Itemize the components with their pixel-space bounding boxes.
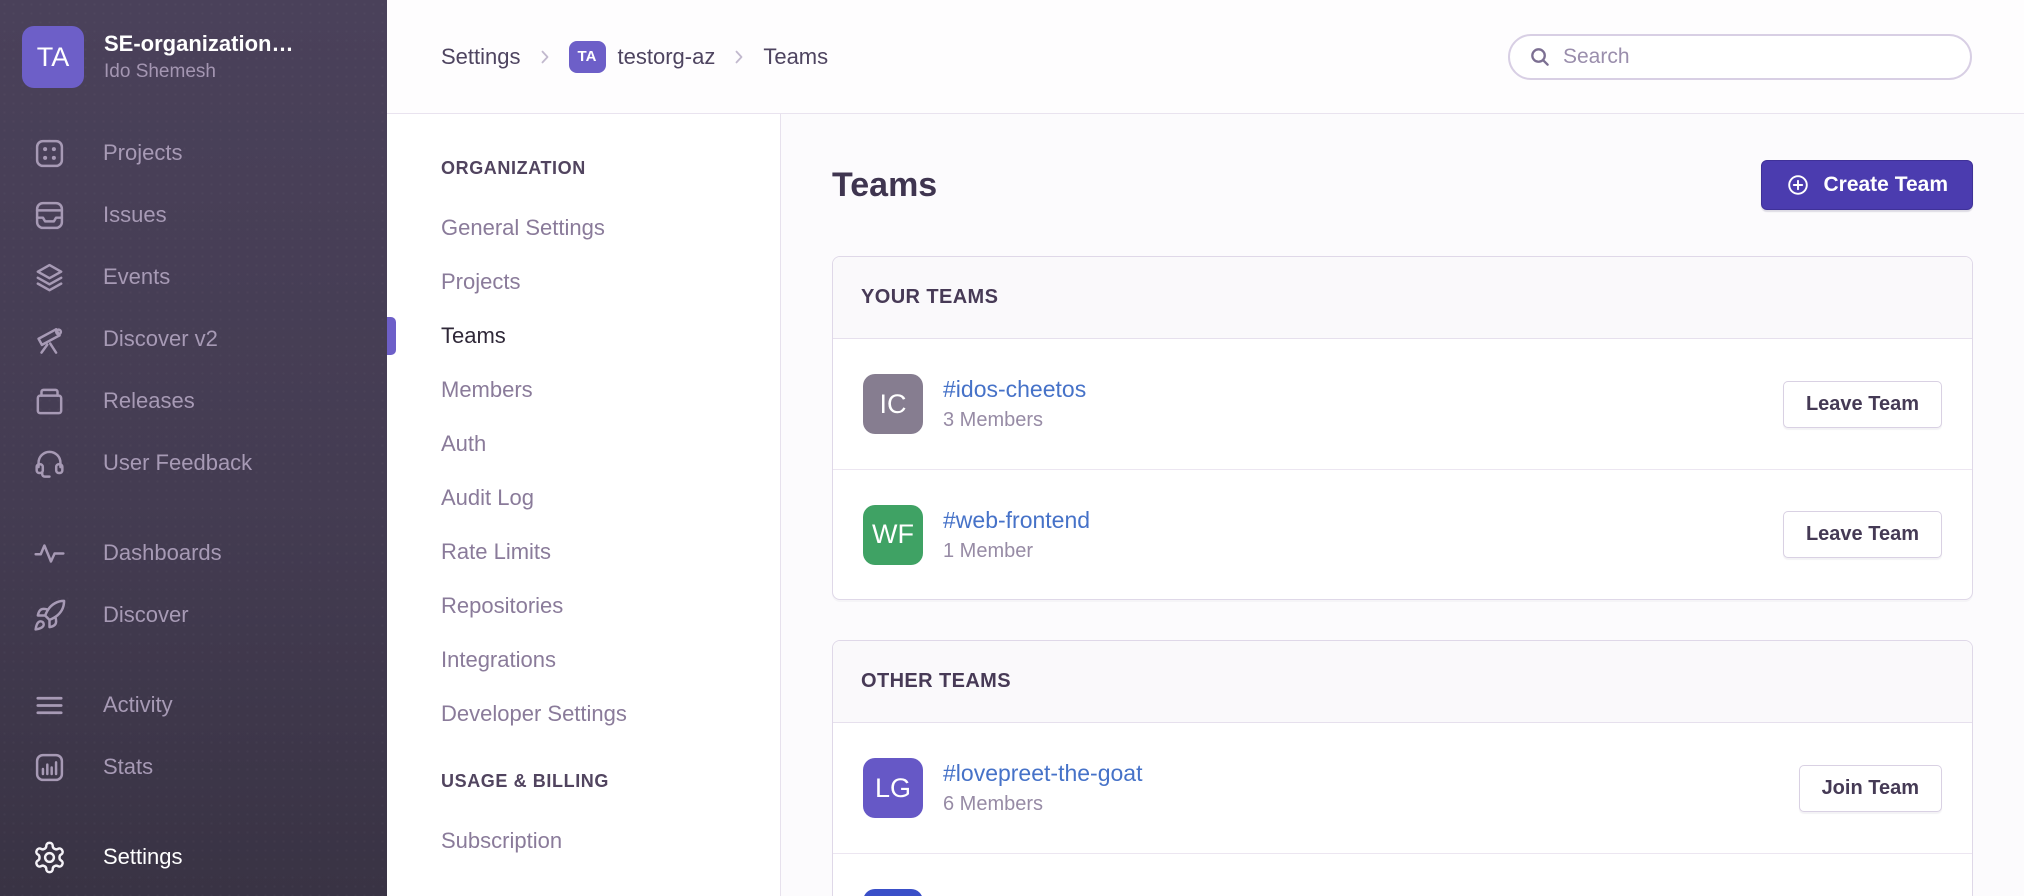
sidebar-item-issues[interactable]: Issues xyxy=(0,184,387,246)
create-team-label: Create Team xyxy=(1823,173,1948,197)
sidebar-item-label: Dashboards xyxy=(103,540,222,566)
settings-nav-item-members[interactable]: Members xyxy=(441,363,780,417)
org-badge: TA xyxy=(569,41,606,73)
app-sidebar: TA SE-organization… Ido Shemesh Projects… xyxy=(0,0,387,896)
sidebar-item-label: Releases xyxy=(103,388,195,414)
sidebar-item-label: Activity xyxy=(103,692,173,718)
team-member-count: 6 Members xyxy=(943,793,1142,816)
breadcrumb-org-label: testorg-az xyxy=(618,44,716,70)
breadcrumb-settings[interactable]: Settings xyxy=(441,44,521,70)
team-row: WF #web-frontend 1 Member Leave Team xyxy=(833,469,1972,599)
sidebar-item-label: Discover xyxy=(103,602,189,628)
sidebar-item-user-feedback[interactable]: User Feedback xyxy=(0,432,387,494)
sidebar-item-label: Projects xyxy=(103,140,182,166)
team-avatar: IC xyxy=(863,374,923,434)
team-link[interactable]: #idos-cheetos xyxy=(943,376,1086,403)
join-team-button[interactable]: Join Team xyxy=(1799,765,1942,812)
other-teams-panel: OTHER TEAMS LG #lovepreet-the-goat 6 Mem… xyxy=(832,640,1973,896)
events-icon xyxy=(32,260,67,295)
panel-title: YOUR TEAMS xyxy=(833,257,1972,339)
sidebar-item-projects[interactable]: Projects xyxy=(0,122,387,184)
discover-v2-icon xyxy=(32,322,67,357)
page-title: Teams xyxy=(832,166,937,205)
team-link[interactable]: #web-frontend xyxy=(943,507,1090,534)
sidebar-item-stats[interactable]: Stats xyxy=(0,736,387,798)
activity-icon xyxy=(32,688,67,723)
stats-icon xyxy=(32,750,67,785)
sidebar-item-releases[interactable]: Releases xyxy=(0,370,387,432)
sidebar-item-discover-v2[interactable]: Discover v2 xyxy=(0,308,387,370)
team-avatar xyxy=(863,889,923,896)
breadcrumb: Settings TA testorg-az Teams xyxy=(441,41,828,73)
settings-nav-item-teams[interactable]: Teams xyxy=(441,309,780,363)
settings-nav-item-developer-settings[interactable]: Developer Settings xyxy=(441,687,780,741)
team-member-count: 1 Member xyxy=(943,540,1090,563)
sidebar-item-label: Settings xyxy=(103,844,183,870)
user-feedback-icon xyxy=(32,446,67,481)
settings-nav-list: General Settings Projects Teams Members … xyxy=(441,201,780,741)
releases-icon xyxy=(32,384,67,419)
team-avatar: LG xyxy=(863,758,923,818)
search-box[interactable] xyxy=(1508,34,1972,80)
dashboards-icon xyxy=(32,536,67,571)
main-content: Teams Create Team YOUR TEAMS IC #idos-ch… xyxy=(781,114,2024,896)
team-row: IC #idos-cheetos 3 Members Leave Team xyxy=(833,339,1972,469)
breadcrumb-org[interactable]: TA testorg-az xyxy=(569,41,716,73)
org-avatar: TA xyxy=(22,26,84,88)
chevron-right-icon xyxy=(535,47,555,67)
settings-nav-item-integrations[interactable]: Integrations xyxy=(441,633,780,687)
chevron-right-icon xyxy=(729,47,749,67)
settings-gear-icon xyxy=(32,840,67,875)
team-member-count: 3 Members xyxy=(943,409,1086,432)
settings-nav-item-subscription[interactable]: Subscription xyxy=(441,814,780,868)
sidebar-item-label: Stats xyxy=(103,754,153,780)
team-avatar: WF xyxy=(863,505,923,565)
sidebar-item-dashboards[interactable]: Dashboards xyxy=(0,522,387,584)
projects-icon xyxy=(32,136,67,171)
sidebar-item-settings[interactable]: Settings xyxy=(0,826,387,888)
org-switcher[interactable]: TA SE-organization… Ido Shemesh xyxy=(0,0,387,98)
sidebar-item-label: User Feedback xyxy=(103,450,252,476)
settings-nav-item-repositories[interactable]: Repositories xyxy=(441,579,780,633)
settings-nav: ORGANIZATION General Settings Projects T… xyxy=(387,114,781,896)
sidebar-nav: Projects Issues Events Discover v2 Relea… xyxy=(0,122,387,888)
plus-circle-icon xyxy=(1786,173,1810,197)
your-teams-panel: YOUR TEAMS IC #idos-cheetos 3 Members Le… xyxy=(832,256,1973,600)
settings-nav-item-audit-log[interactable]: Audit Log xyxy=(441,471,780,525)
sidebar-item-label: Discover v2 xyxy=(103,326,218,352)
user-name: Ido Shemesh xyxy=(104,61,293,83)
settings-nav-item-projects[interactable]: Projects xyxy=(441,255,780,309)
settings-nav-item-rate-limits[interactable]: Rate Limits xyxy=(441,525,780,579)
team-row xyxy=(833,853,1972,896)
issues-icon xyxy=(32,198,67,233)
settings-nav-section-header: USAGE & BILLING xyxy=(441,771,780,792)
settings-nav-item-general-settings[interactable]: General Settings xyxy=(441,201,780,255)
settings-nav-item-auth[interactable]: Auth xyxy=(441,417,780,471)
create-team-button[interactable]: Create Team xyxy=(1761,160,1973,210)
team-link[interactable]: #lovepreet-the-goat xyxy=(943,760,1142,787)
search-icon xyxy=(1528,45,1551,68)
settings-nav-section-header: ORGANIZATION xyxy=(441,158,780,179)
sidebar-item-discover[interactable]: Discover xyxy=(0,584,387,646)
sidebar-item-label: Events xyxy=(103,264,170,290)
top-bar: Settings TA testorg-az Teams xyxy=(387,0,2024,114)
settings-nav-list: Subscription xyxy=(441,814,780,868)
leave-team-button[interactable]: Leave Team xyxy=(1783,381,1942,428)
sidebar-item-label: Issues xyxy=(103,202,167,228)
search-input[interactable] xyxy=(1563,45,1952,69)
org-name: SE-organization… xyxy=(104,31,293,57)
breadcrumb-page[interactable]: Teams xyxy=(763,44,828,70)
team-row: LG #lovepreet-the-goat 6 Members Join Te… xyxy=(833,723,1972,853)
discover-icon xyxy=(32,598,67,633)
sidebar-item-events[interactable]: Events xyxy=(0,246,387,308)
leave-team-button[interactable]: Leave Team xyxy=(1783,511,1942,558)
panel-title: OTHER TEAMS xyxy=(833,641,1972,723)
sidebar-item-activity[interactable]: Activity xyxy=(0,674,387,736)
